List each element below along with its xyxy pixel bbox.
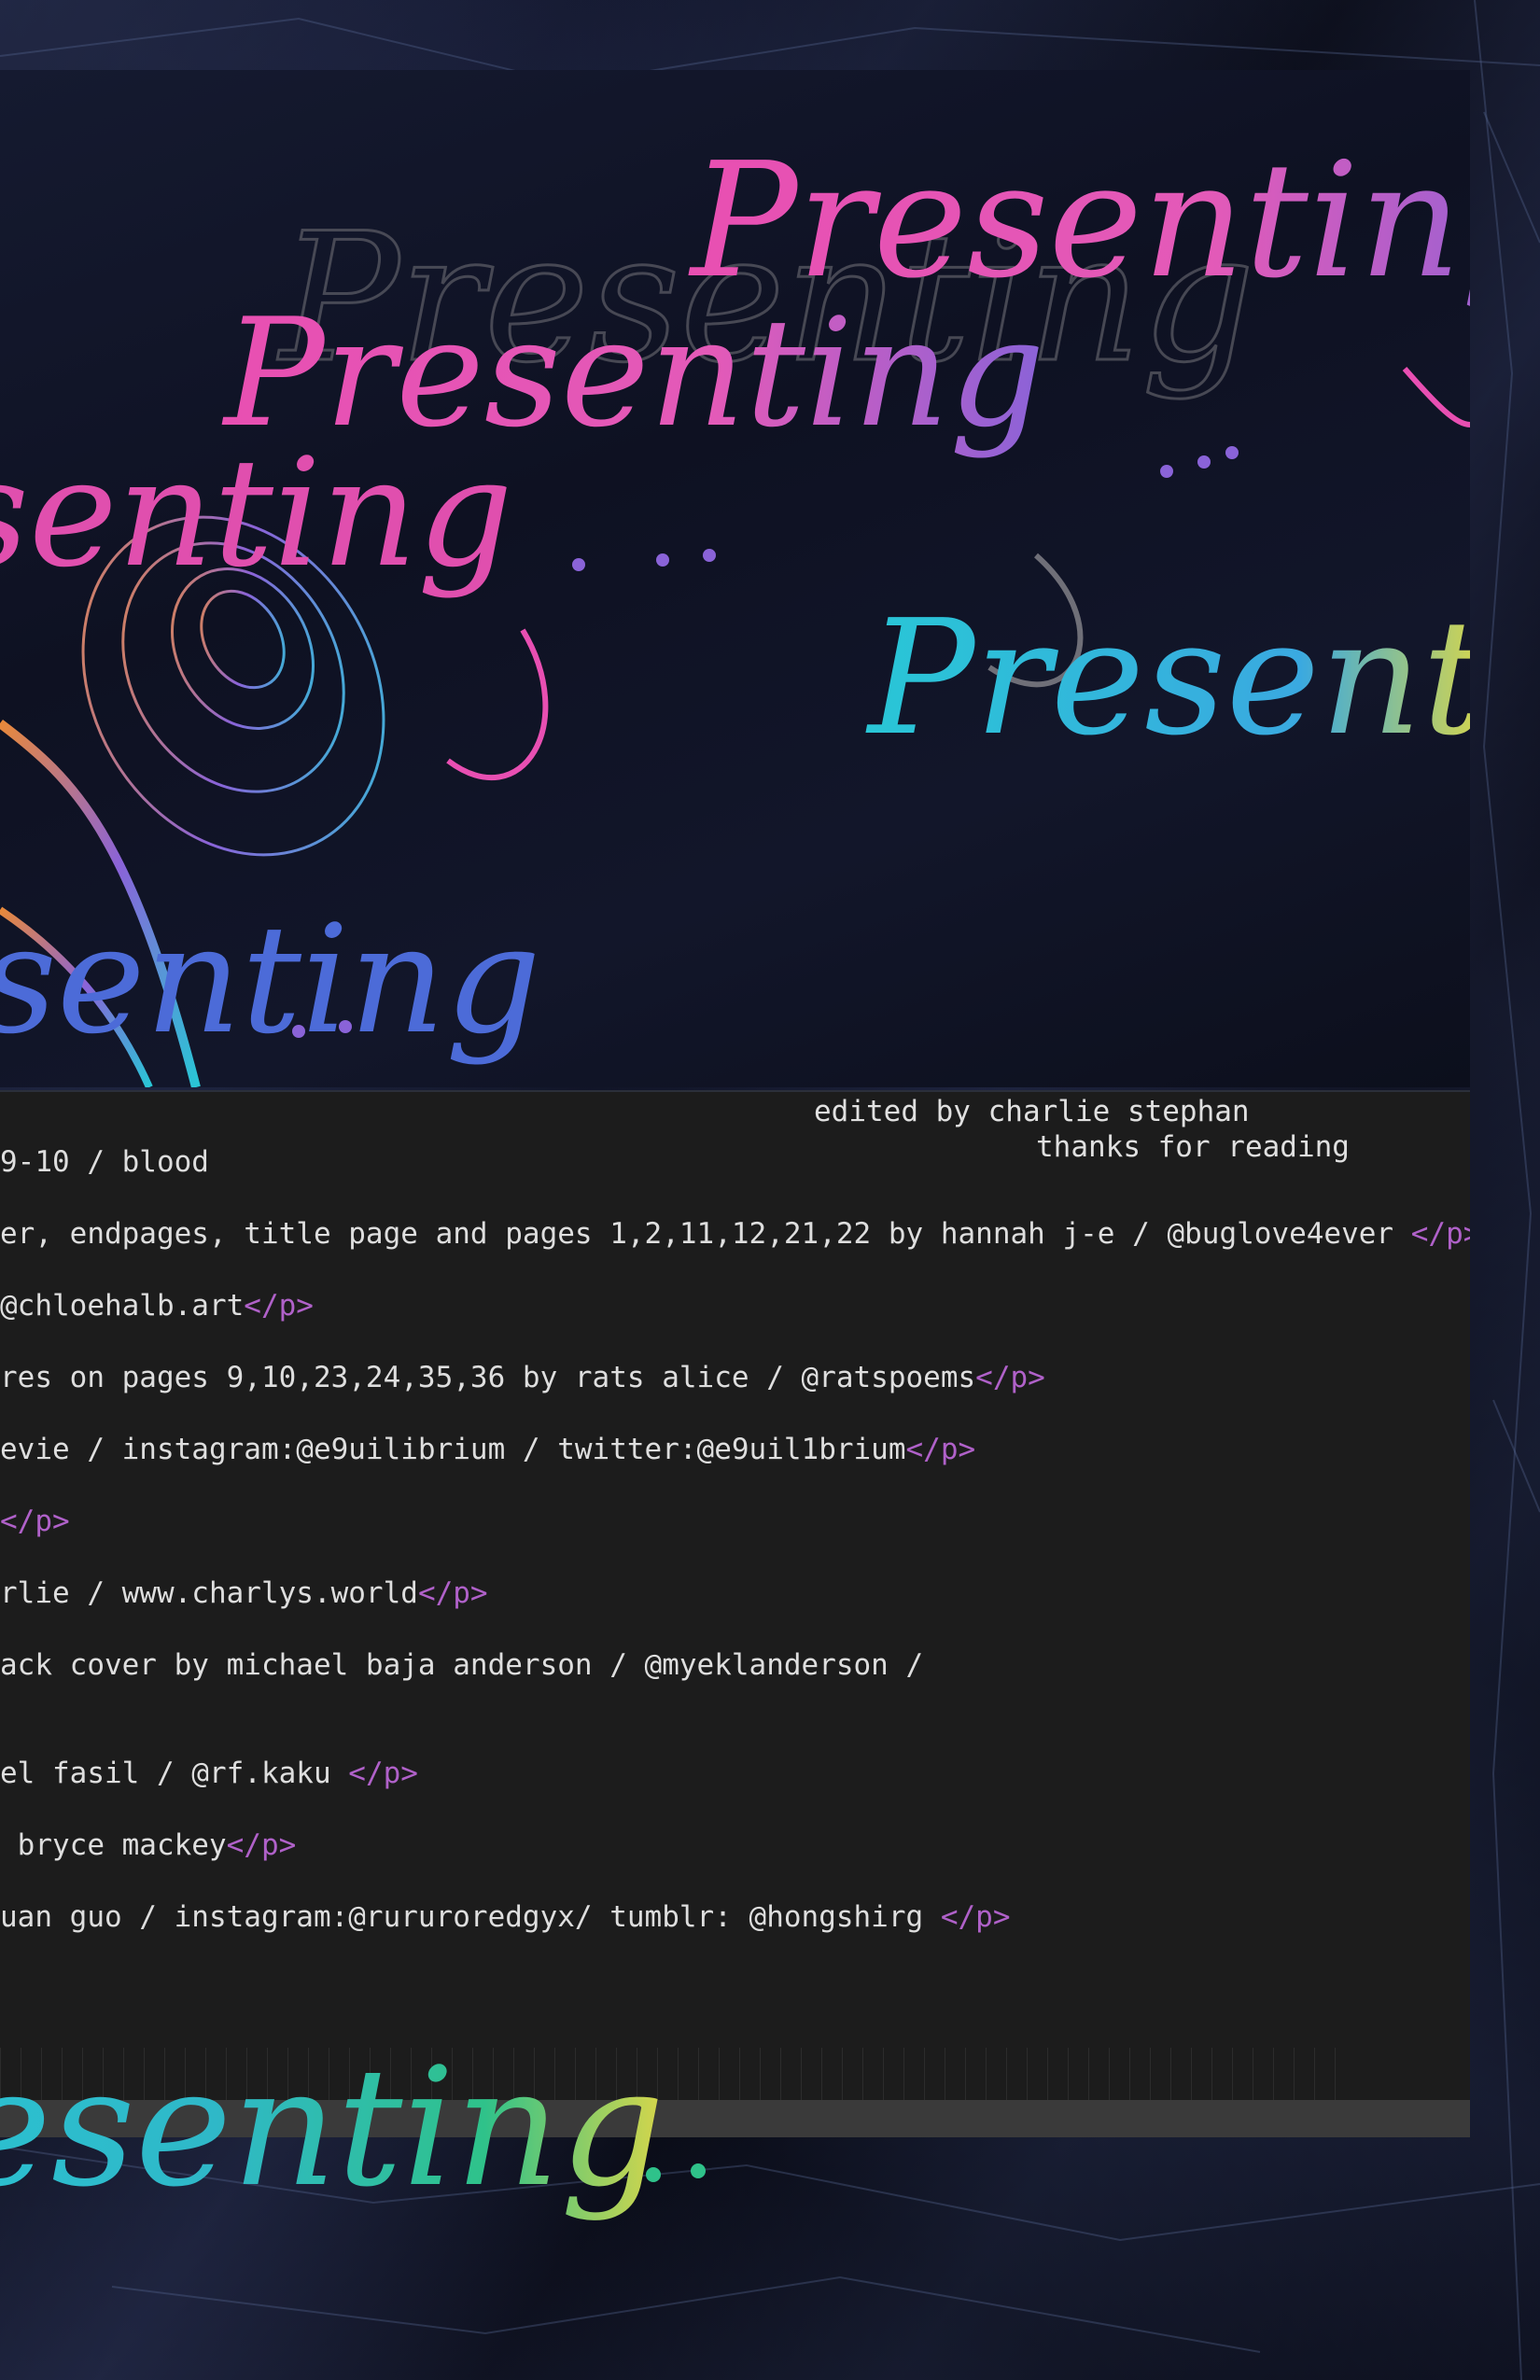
presenting-text-left: Presenting [0,426,513,600]
closing-tag: </p> [1410,1217,1470,1251]
editor-line: rlie / www.charlys.world</p> [0,1575,488,1612]
line-text: bryce mackey [0,1828,227,1862]
current-line-highlight [0,2100,1470,2137]
closing-tag: </p> [417,1576,488,1610]
line-text: evie / instagram:@e9uilibrium / twitter:… [0,1433,906,1466]
line-text: uan guo / instagram:@rururoredgyx/ tumbl… [0,1900,941,1934]
line-text: ack cover by michael baja anderson / @my… [0,1648,924,1682]
thanks-message: thanks for reading [1036,1130,1350,1164]
presenting-text-bottom-left: Presenting [0,892,541,1067]
closing-tag: </p> [975,1361,1045,1394]
editor-line: ack cover by michael baja anderson / @my… [0,1646,923,1684]
line-text: 9-10 / blood [0,1145,209,1179]
line-text: res on pages 9,10,23,24,35,36 by rats al… [0,1361,976,1394]
closing-tag: </p> [940,1900,1011,1934]
presenting-text-cyan: Present [865,586,1470,771]
editor-line: evie / instagram:@e9uilibrium / twitter:… [0,1431,975,1468]
editor-line: </p> [0,1503,70,1540]
editor-line: @chloehalb.art</p> [0,1287,314,1324]
editor-line: bryce mackey</p> [0,1827,297,1864]
editor-line: el fasil / @rf.kaku </p> [0,1755,418,1792]
closing-tag: </p> [0,1505,70,1538]
editor-line: er, endpages, title page and pages 1,2,1… [0,1215,1470,1253]
closing-tag: </p> [226,1828,297,1862]
presenting-artwork: Presenting Presenting Presenting Present… [0,129,1470,1087]
closing-tag: </p> [348,1757,418,1790]
artwork-panel: Presenting Presenting Presenting Present… [0,70,1470,1087]
closing-tag: </p> [244,1289,314,1323]
editor-line: res on pages 9,10,23,24,35,36 by rats al… [0,1359,1045,1396]
code-editor-panel: 9-10 / blood er, endpages, title page an… [0,1090,1470,2137]
closing-tag: </p> [905,1433,976,1466]
line-text: @chloehalb.art [0,1289,245,1323]
line-text: el fasil / @rf.kaku [0,1757,349,1790]
edited-by-credit: edited by charlie stephan [814,1095,1250,1128]
editor-line: 9-10 / blood [0,1143,209,1181]
line-text: er, endpages, title page and pages 1,2,1… [0,1217,1411,1251]
line-text: rlie / www.charlys.world [0,1576,418,1610]
editor-line: uan guo / instagram:@rururoredgyx/ tumbl… [0,1898,1011,1936]
